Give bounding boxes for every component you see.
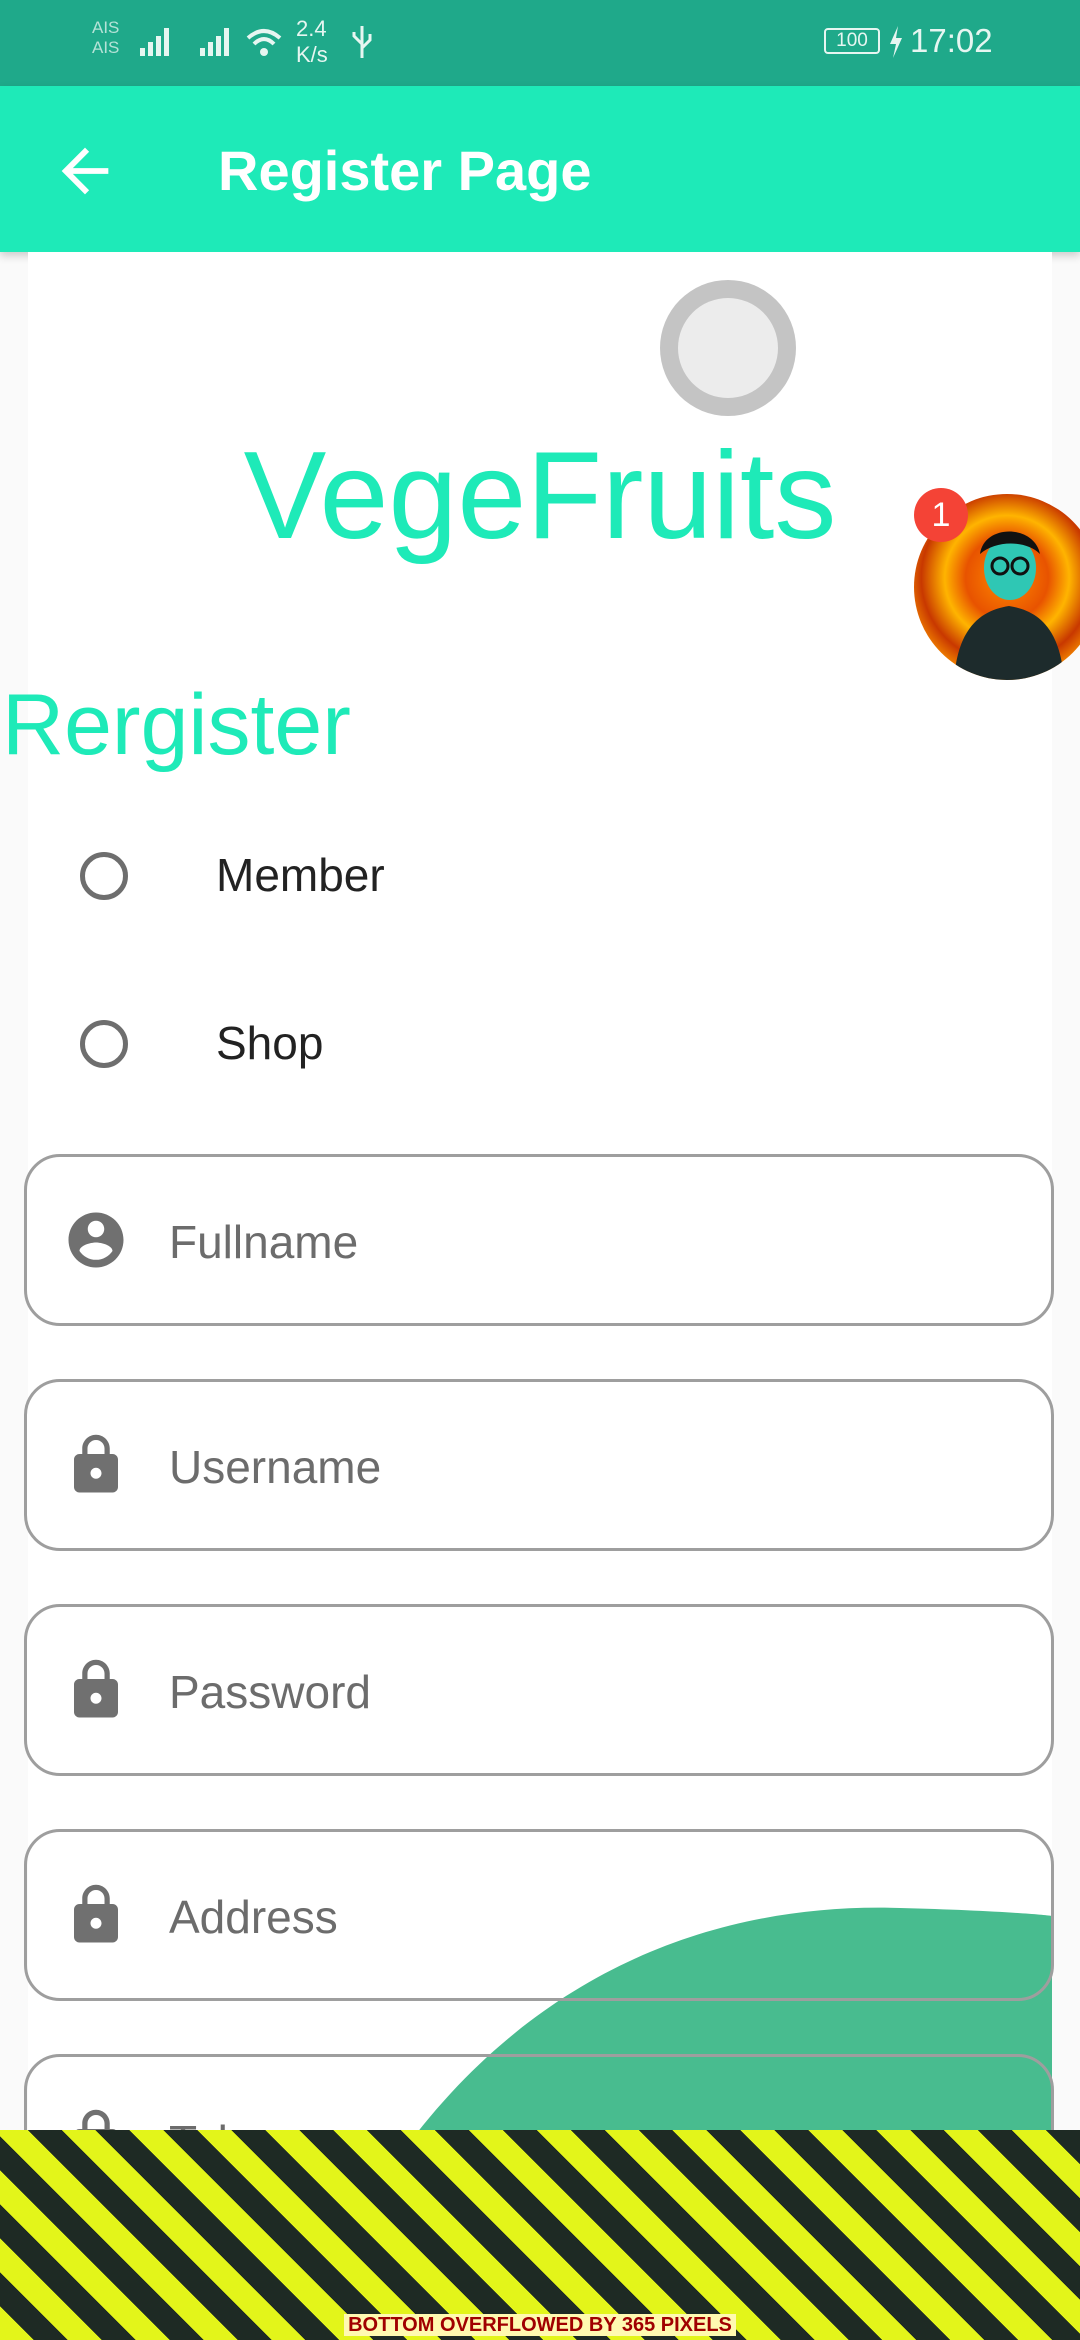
radio-button[interactable]: [80, 852, 128, 900]
signal-icon: [140, 28, 169, 56]
account-circle-icon: [68, 1212, 124, 1268]
carrier-2: AIS: [92, 38, 120, 57]
fullname-input[interactable]: [167, 1199, 1011, 1285]
network-speed-unit: K/s: [296, 42, 328, 67]
radio-label: Member: [216, 849, 385, 901]
radio-button[interactable]: [80, 1020, 128, 1068]
status-time: 17:02: [910, 22, 993, 59]
brand-title: VegeFruits: [243, 427, 837, 565]
page-title: Register Page: [218, 139, 592, 202]
address-field[interactable]: [24, 1829, 1054, 2001]
notification-badge: 1: [914, 488, 968, 542]
overflow-warning-text: BOTTOM OVERFLOWED BY 365 PIXELS: [344, 2314, 736, 2336]
network-speed-value: 2.4: [296, 16, 327, 41]
overflow-warning-stripes: [0, 2130, 1080, 2340]
password-input[interactable]: [167, 1649, 1011, 1735]
username-field[interactable]: [24, 1379, 1054, 1551]
radio-label: Shop: [216, 1017, 324, 1069]
lock-icon: [74, 1884, 118, 1943]
fullname-field[interactable]: [24, 1154, 1054, 1326]
battery-indicator: 100: [824, 28, 880, 54]
app-bar: Register Page: [0, 86, 1080, 252]
charging-icon: [890, 26, 902, 58]
loading-spinner: [660, 280, 796, 416]
carrier-1: AIS: [92, 18, 120, 37]
overflow-warning: BOTTOM OVERFLOWED BY 365 PIXELS: [0, 2314, 1080, 2337]
back-button[interactable]: [50, 136, 120, 206]
username-input[interactable]: [167, 1424, 1011, 1510]
usb-icon: [352, 26, 372, 58]
loading-spinner-inner: [678, 298, 778, 398]
section-title: Rergister: [2, 677, 351, 773]
wifi-icon: [246, 29, 282, 56]
radio-option-member[interactable]: Member: [0, 820, 1080, 940]
lock-icon: [74, 1434, 118, 1493]
signal-icon: [200, 28, 229, 56]
lock-icon: [74, 1659, 118, 1718]
radio-option-shop[interactable]: Shop: [0, 988, 1080, 1108]
carrier-labels: AIS AIS: [92, 18, 119, 58]
status-bar: AIS AIS 2.4 K/s 100 17:02: [0, 0, 1080, 86]
arrow-left-icon: [61, 147, 109, 195]
password-field[interactable]: [24, 1604, 1054, 1776]
network-speed: 2.4 K/s: [296, 16, 328, 68]
address-input[interactable]: [167, 1874, 1011, 1960]
